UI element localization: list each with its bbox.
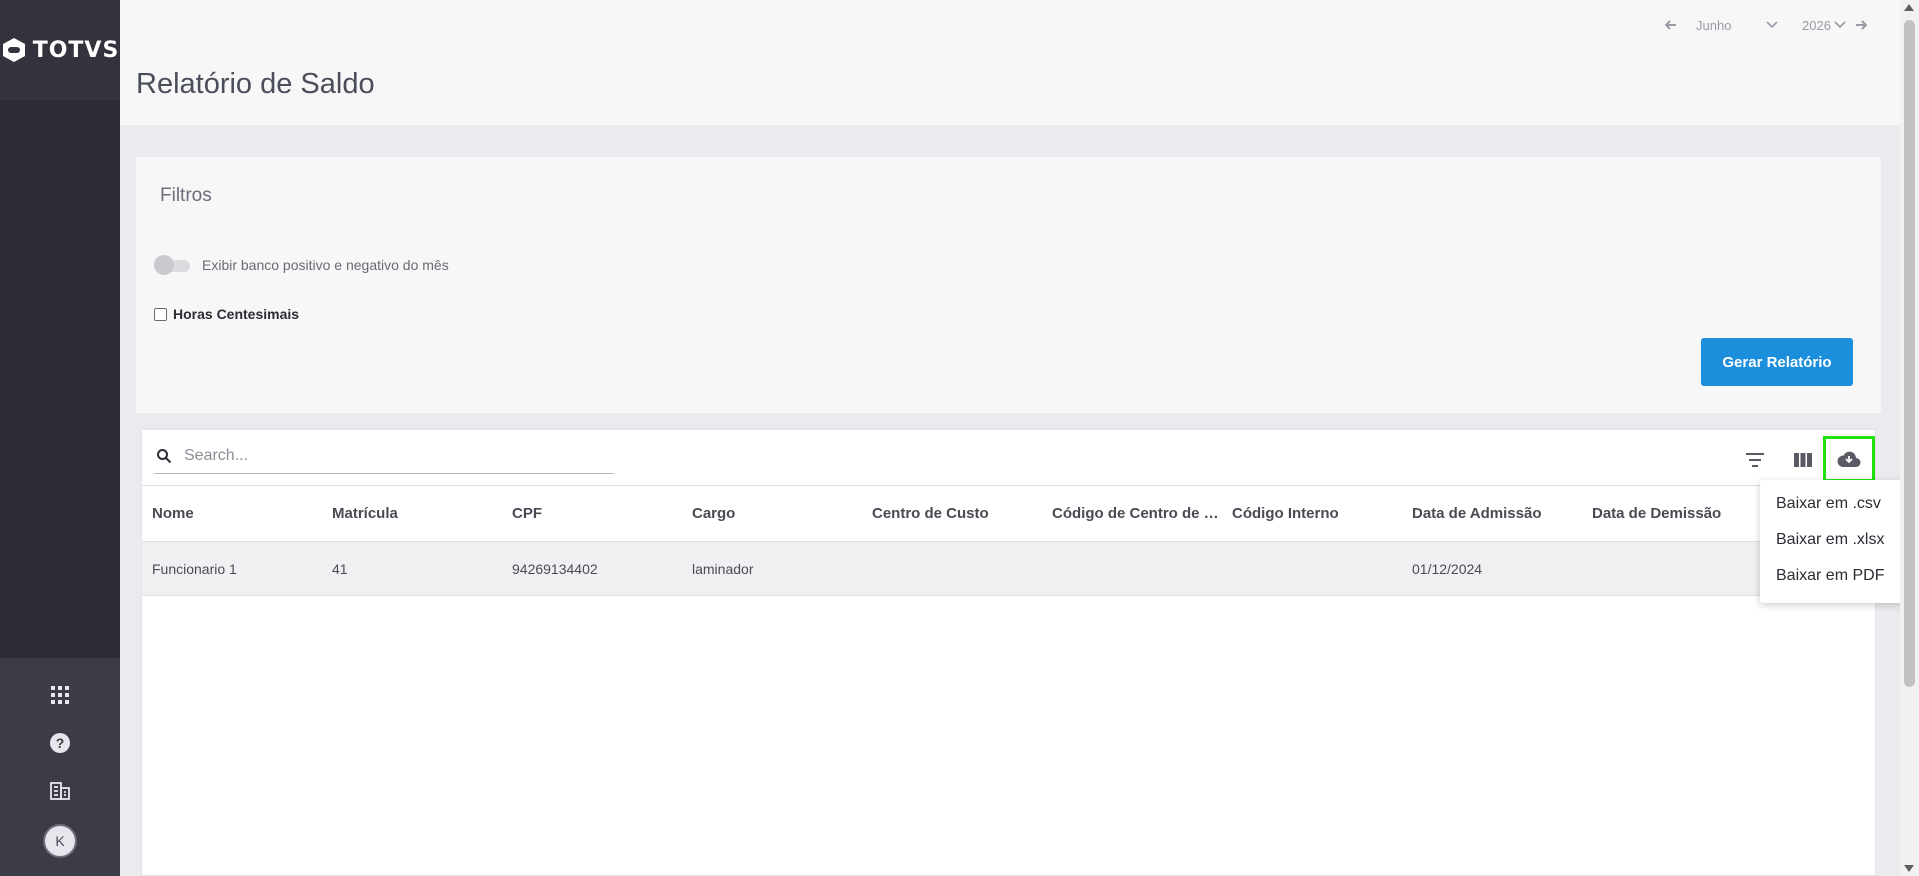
svg-text:?: ? <box>56 735 65 751</box>
table-row[interactable]: Funcionario 1 41 94269134402 laminador 0… <box>142 542 1875 596</box>
column-header[interactable]: Nome <box>142 505 322 522</box>
filters-title: Filtros <box>160 185 212 206</box>
checkbox-label: Horas Centesimais <box>173 306 300 322</box>
bank-toggle[interactable] <box>154 255 192 275</box>
apps-grid-icon[interactable] <box>47 682 73 708</box>
table-header: Nome Matrícula CPF Cargo Centro de Custo… <box>142 486 1875 542</box>
chevron-down-icon[interactable] <box>1762 21 1782 29</box>
scroll-down-arrow-icon[interactable] <box>1904 865 1914 872</box>
logo[interactable]: TOTVS <box>0 0 120 100</box>
page-title: Relatório de Saldo <box>136 68 375 100</box>
year-select[interactable]: 2026 <box>1782 18 1831 33</box>
totvs-logo-icon <box>2 38 25 62</box>
chevron-down-icon[interactable] <box>1830 21 1850 29</box>
column-header[interactable]: Código de Centro de Custo <box>1042 505 1222 522</box>
scroll-thumb[interactable] <box>1904 20 1915 687</box>
report-table-card: Nome Matrícula CPF Cargo Centro de Custo… <box>141 429 1876 876</box>
column-header[interactable]: CPF <box>502 505 682 522</box>
month-select[interactable]: Junho <box>1682 18 1762 33</box>
sidebar-bottom: ? K <box>0 658 120 876</box>
download-pdf-item[interactable]: Baixar em PDF <box>1760 558 1904 594</box>
toggle-row: Exibir banco positivo e negativo do mês <box>154 255 449 275</box>
decimal-hours-checkbox[interactable] <box>154 307 167 321</box>
download-menu: Baixar em .csv Baixar em .xlsx Baixar em… <box>1760 480 1904 603</box>
help-icon[interactable]: ? <box>47 730 73 756</box>
building-icon[interactable] <box>47 778 73 804</box>
page-header: Junho 2026 Relatório de Saldo <box>120 0 1900 125</box>
checkbox-row: Horas Centesimais <box>154 306 299 322</box>
download-icon[interactable] <box>1823 436 1875 482</box>
filters-card: Filtros Exibir banco positivo e negativo… <box>136 157 1881 413</box>
user-avatar[interactable]: K <box>43 824 77 858</box>
scroll-up-arrow-icon[interactable] <box>1904 4 1914 11</box>
date-navigator: Junho 2026 <box>1660 14 1872 36</box>
table-toolbar <box>142 430 1875 486</box>
column-header[interactable]: Centro de Custo <box>862 505 1042 522</box>
search-input[interactable] <box>184 446 584 465</box>
search-icon <box>157 448 172 463</box>
next-month-arrow-icon[interactable] <box>1850 14 1872 36</box>
column-header[interactable]: Código Interno <box>1222 505 1402 522</box>
sidebar: TOTVS ? K <box>0 0 120 876</box>
column-header[interactable]: Data de Demissão <box>1582 505 1762 522</box>
toggle-label: Exibir banco positivo e negativo do mês <box>202 257 449 273</box>
table-cell: 01/12/2024 <box>1412 560 1483 577</box>
generate-report-button[interactable]: Gerar Relatório <box>1701 338 1853 386</box>
table-cell: 41 <box>332 560 348 577</box>
table-cell: 94269134402 <box>512 560 598 577</box>
download-csv-item[interactable]: Baixar em .csv <box>1760 486 1904 522</box>
table-cell: Funcionario 1 <box>152 560 237 577</box>
column-header[interactable]: Matrícula <box>322 505 502 522</box>
filter-icon[interactable] <box>1735 440 1775 480</box>
column-header[interactable]: Data de Admissão <box>1402 505 1582 522</box>
logo-text: TOTVS <box>32 37 120 63</box>
table-cell: laminador <box>692 560 754 577</box>
previous-month-arrow-icon[interactable] <box>1660 14 1682 36</box>
download-xlsx-item[interactable]: Baixar em .xlsx <box>1760 522 1904 558</box>
columns-icon[interactable] <box>1783 440 1823 480</box>
page-scrollbar[interactable] <box>1900 0 1919 876</box>
column-header[interactable]: Cargo <box>682 505 862 522</box>
search-box <box>154 438 614 474</box>
